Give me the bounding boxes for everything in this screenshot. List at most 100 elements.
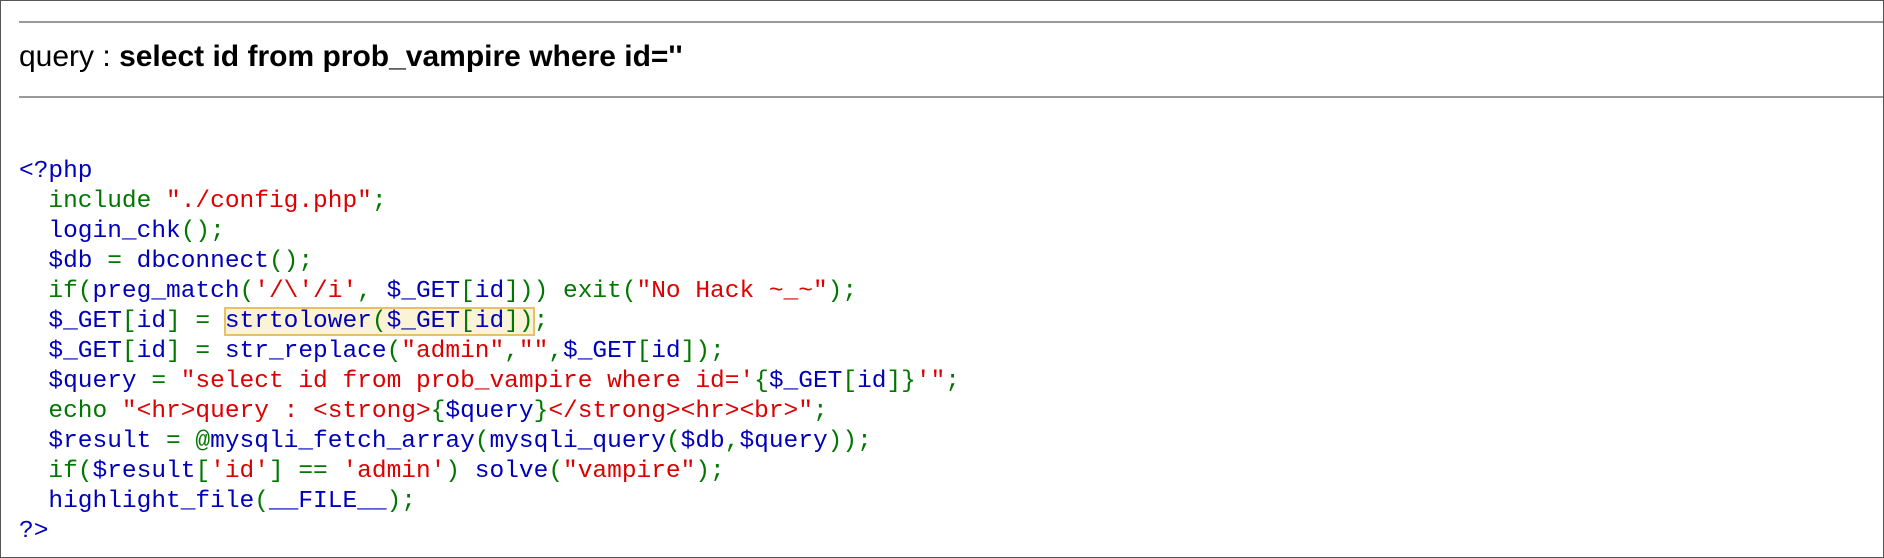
code-token: "select id from prob_vampire where id=': [180, 368, 755, 395]
code-line: $_GET[id] = str_replace("admin","",$_GET…: [19, 337, 960, 367]
code-token: '/\'/i': [254, 278, 358, 305]
code-token: ;: [533, 308, 549, 335]
code-line: echo "<hr>query : <strong>{$query}</stro…: [19, 397, 960, 427]
code-token: id: [474, 278, 505, 305]
code-line: login_chk();: [19, 217, 960, 247]
code-token: (: [371, 308, 387, 335]
code-token: );: [827, 278, 858, 305]
code-token: (: [665, 428, 681, 455]
code-token: "admin": [401, 338, 505, 365]
code-line: $db = dbconnect();: [19, 247, 960, 277]
code-line: ?>: [19, 517, 960, 547]
code-token: ));: [827, 428, 872, 455]
code-line: <?php: [19, 157, 960, 187]
code-token: __FILE__: [268, 488, 387, 515]
query-line: query : select id from prob_vampire wher…: [19, 35, 683, 79]
code-token: ;: [371, 188, 387, 215]
code-token: $db: [680, 428, 725, 455]
code-token: [: [195, 458, 211, 485]
code-token: $query: [19, 368, 152, 395]
code-token: (: [239, 278, 255, 305]
code-token: ,: [357, 278, 387, 305]
code-token: id: [651, 338, 681, 365]
code-token: if(: [19, 278, 93, 305]
code-token: ])) exit(: [504, 278, 637, 305]
code-token: {: [754, 368, 769, 395]
horizontal-rule: [19, 21, 1883, 23]
code-token: [: [842, 368, 858, 395]
code-token: [: [460, 308, 475, 335]
code-token: (: [474, 428, 490, 455]
code-token: id: [857, 368, 887, 395]
code-token: ): [445, 458, 475, 485]
code-token: <?php: [19, 158, 93, 185]
code-token: "<hr>query : <strong>: [121, 398, 431, 425]
code-token: [: [121, 308, 137, 335]
highlighted-expression: strtolower($_GET[id]): [223, 307, 535, 336]
code-token: $query: [739, 428, 828, 455]
code-token: mysqli_query: [489, 428, 666, 455]
code-token: ?>: [19, 518, 49, 545]
code-line: highlight_file(__FILE__);: [19, 487, 960, 517]
code-token: '": [915, 368, 946, 395]
code-token: "./config.php": [166, 188, 372, 215]
code-token: ();: [180, 218, 225, 245]
code-token: "": [518, 338, 549, 365]
code-token: highlight_file: [19, 488, 255, 515]
code-token: {: [430, 398, 446, 425]
code-token: ;: [812, 398, 828, 425]
code-token: 'admin': [342, 458, 446, 485]
code-token: $_GET: [386, 278, 461, 305]
code-token: ,: [504, 338, 519, 365]
code-token: $_GET: [563, 338, 637, 365]
code-token: ]);: [680, 338, 725, 365]
code-token: id: [136, 308, 167, 335]
code-token: login_chk: [19, 218, 181, 245]
code-token: ] =: [166, 308, 225, 335]
code-token: strtolower: [224, 308, 372, 335]
code-token: ;: [945, 368, 960, 395]
php-source-code: <?php include "./config.php"; login_chk(…: [19, 157, 960, 547]
code-token: ,: [548, 338, 564, 365]
code-token: =: [151, 368, 181, 395]
code-token: (: [386, 338, 402, 365]
code-token: =: [107, 248, 137, 275]
horizontal-rule: [19, 96, 1883, 98]
query-label: query :: [19, 40, 120, 73]
code-token: ]}: [886, 368, 916, 395]
code-token: $query: [445, 398, 534, 425]
code-token: str_replace: [224, 338, 387, 365]
code-token: id: [474, 308, 505, 335]
code-token: $_GET: [19, 308, 122, 335]
code-token: $_GET: [386, 308, 461, 335]
code-line: $result = @mysqli_fetch_array(mysqli_que…: [19, 427, 960, 457]
code-token: "vampire": [563, 458, 696, 485]
page-frame: query : select id from prob_vampire wher…: [0, 0, 1884, 558]
code-token: id: [136, 338, 167, 365]
code-token: }: [533, 398, 549, 425]
code-line: include "./config.php";: [19, 187, 960, 217]
code-token: echo: [19, 398, 122, 425]
code-line: $query = "select id from prob_vampire wh…: [19, 367, 960, 397]
code-token: mysqli_fetch_array: [210, 428, 475, 455]
code-token: if(: [19, 458, 93, 485]
code-token: [: [636, 338, 652, 365]
code-token: 'id': [210, 458, 269, 485]
code-token: solve: [474, 458, 549, 485]
code-token: $result: [92, 458, 196, 485]
code-token: $db: [19, 248, 108, 275]
code-token: );: [386, 488, 416, 515]
code-token: preg_match: [92, 278, 240, 305]
code-token: ();: [268, 248, 314, 275]
code-token: include: [19, 188, 167, 215]
code-token: ]): [504, 308, 534, 335]
code-token: = @: [166, 428, 211, 455]
code-token: ] ==: [268, 458, 343, 485]
code-token: $_GET: [768, 368, 843, 395]
code-token: (: [548, 458, 564, 485]
code-token: (: [254, 488, 269, 515]
code-token: [: [460, 278, 475, 305]
code-token: $result: [19, 428, 167, 455]
code-token: [: [121, 338, 137, 365]
code-token: ,: [724, 428, 740, 455]
